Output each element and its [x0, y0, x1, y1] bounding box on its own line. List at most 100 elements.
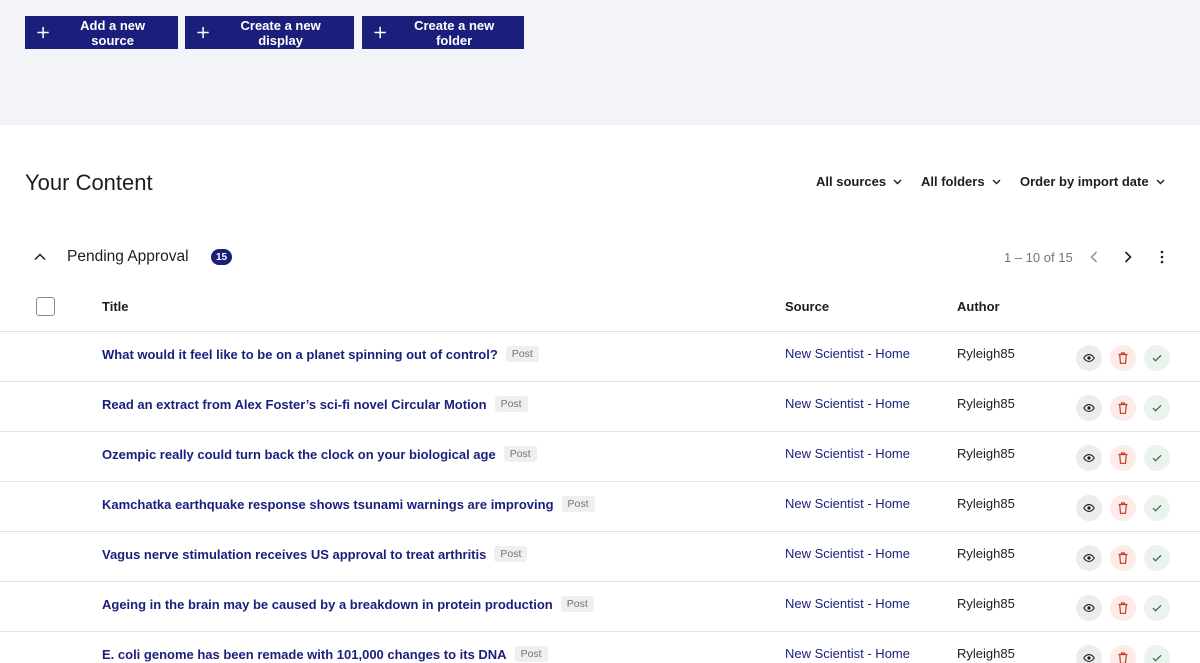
eye-icon	[1083, 454, 1095, 462]
eye-icon	[1083, 354, 1095, 362]
trash-icon	[1118, 602, 1128, 614]
eye-icon	[1083, 654, 1095, 662]
section-title: Pending Approval	[67, 248, 189, 265]
row-title-cell: Ozempic really could turn back the clock…	[102, 446, 537, 462]
row-source-link[interactable]: New Scientist - Home	[785, 346, 910, 361]
approve-button[interactable]	[1144, 445, 1170, 471]
page-title: Your Content	[25, 170, 153, 195]
sources-filter-label: All sources	[816, 174, 887, 189]
view-button[interactable]	[1076, 595, 1102, 621]
row-source-link[interactable]: New Scientist - Home	[785, 596, 910, 611]
row-author: Ryleigh85	[957, 396, 1015, 411]
view-button[interactable]	[1076, 395, 1102, 421]
create-display-button[interactable]: Create a new display	[185, 16, 354, 49]
row-source-link[interactable]: New Scientist - Home	[785, 496, 910, 511]
check-icon	[1152, 604, 1162, 612]
delete-button[interactable]	[1110, 495, 1136, 521]
delete-button[interactable]	[1110, 545, 1136, 571]
delete-button[interactable]	[1110, 345, 1136, 371]
plus-icon	[374, 26, 386, 39]
add-source-button[interactable]: Add a new source	[25, 16, 178, 49]
delete-button[interactable]	[1110, 395, 1136, 421]
check-icon	[1152, 354, 1162, 362]
row-source-link[interactable]: New Scientist - Home	[785, 646, 910, 661]
collapse-section-button[interactable]	[31, 250, 49, 264]
row-source-link[interactable]: New Scientist - Home	[785, 446, 910, 461]
trash-icon	[1118, 652, 1128, 663]
row-author: Ryleigh85	[957, 346, 1015, 361]
trash-icon	[1118, 452, 1128, 464]
column-header-title: Title	[102, 299, 129, 314]
delete-button[interactable]	[1110, 445, 1136, 471]
view-button[interactable]	[1076, 495, 1102, 521]
table-row: Read an extract from Alex Foster’s sci-f…	[0, 382, 1200, 432]
row-title-link[interactable]: Read an extract from Alex Foster’s sci-f…	[102, 397, 487, 412]
more-vertical-icon	[1160, 250, 1164, 264]
approve-button[interactable]	[1144, 495, 1170, 521]
chevron-down-icon	[1156, 179, 1165, 184]
row-title-link[interactable]: Kamchatka earthquake response shows tsun…	[102, 497, 554, 512]
top-toolbar: Add a new source Create a new display Cr…	[0, 0, 1200, 125]
eye-icon	[1083, 554, 1095, 562]
chevron-down-icon	[992, 179, 1001, 184]
plus-icon	[37, 26, 49, 39]
approve-button[interactable]	[1144, 395, 1170, 421]
row-title-link[interactable]: Ozempic really could turn back the clock…	[102, 447, 496, 462]
row-title-link[interactable]: Ageing in the brain may be caused by a b…	[102, 597, 553, 612]
table-row: Vagus nerve stimulation receives US appr…	[0, 532, 1200, 582]
row-title-cell: Vagus nerve stimulation receives US appr…	[102, 546, 528, 562]
table-row: What would it feel like to be on a plane…	[0, 332, 1200, 382]
post-type-tag: Post	[494, 396, 528, 412]
previous-page-button[interactable]	[1086, 249, 1102, 265]
view-button[interactable]	[1076, 345, 1102, 371]
table-row: Ozempic really could turn back the clock…	[0, 432, 1200, 482]
row-title-cell: Kamchatka earthquake response shows tsun…	[102, 496, 595, 512]
pagination-range: 1 – 10 of 15	[1004, 250, 1073, 265]
chevron-down-icon	[893, 179, 902, 184]
column-header-source: Source	[785, 299, 830, 314]
order-filter-dropdown[interactable]: Order by import date	[1020, 174, 1165, 189]
eye-icon	[1083, 504, 1095, 512]
row-title-link[interactable]: E. coli genome has been remade with 101,…	[102, 647, 507, 662]
add-source-label: Add a new source	[80, 17, 146, 48]
check-icon	[1152, 654, 1162, 662]
approve-button[interactable]	[1144, 645, 1170, 663]
table-row: Ageing in the brain may be caused by a b…	[0, 582, 1200, 632]
delete-button[interactable]	[1110, 645, 1136, 663]
sources-filter-dropdown[interactable]: All sources	[816, 174, 902, 189]
row-source-link[interactable]: New Scientist - Home	[785, 546, 910, 561]
row-title-cell: E. coli genome has been remade with 101,…	[102, 646, 548, 662]
content-table-body: What would it feel like to be on a plane…	[0, 332, 1200, 663]
order-filter-label: Order by import date	[1020, 174, 1149, 189]
row-title-link[interactable]: What would it feel like to be on a plane…	[102, 347, 498, 362]
chevron-left-icon	[1090, 251, 1097, 263]
folders-filter-dropdown[interactable]: All folders	[921, 174, 1001, 189]
delete-button[interactable]	[1110, 595, 1136, 621]
check-icon	[1152, 404, 1162, 412]
create-folder-button[interactable]: Create a new folder	[362, 16, 524, 49]
count-badge: 15	[211, 249, 232, 265]
plus-icon	[197, 26, 209, 39]
create-display-label: Create a new display	[240, 17, 321, 48]
row-source-link[interactable]: New Scientist - Home	[785, 396, 910, 411]
more-options-button[interactable]	[1154, 249, 1170, 265]
eye-icon	[1083, 404, 1095, 412]
post-type-tag: Post	[503, 446, 537, 462]
eye-icon	[1083, 604, 1095, 612]
approve-button[interactable]	[1144, 345, 1170, 371]
view-button[interactable]	[1076, 545, 1102, 571]
check-icon	[1152, 504, 1162, 512]
approve-button[interactable]	[1144, 595, 1170, 621]
trash-icon	[1118, 352, 1128, 364]
row-author: Ryleigh85	[957, 596, 1015, 611]
approve-button[interactable]	[1144, 545, 1170, 571]
row-author: Ryleigh85	[957, 496, 1015, 511]
select-all-checkbox[interactable]	[36, 297, 55, 316]
row-title-link[interactable]: Vagus nerve stimulation receives US appr…	[102, 547, 486, 562]
view-button[interactable]	[1076, 445, 1102, 471]
row-author: Ryleigh85	[957, 646, 1015, 661]
chevron-right-icon	[1124, 251, 1132, 263]
next-page-button[interactable]	[1120, 249, 1136, 265]
view-button[interactable]	[1076, 645, 1102, 663]
trash-icon	[1118, 402, 1128, 414]
